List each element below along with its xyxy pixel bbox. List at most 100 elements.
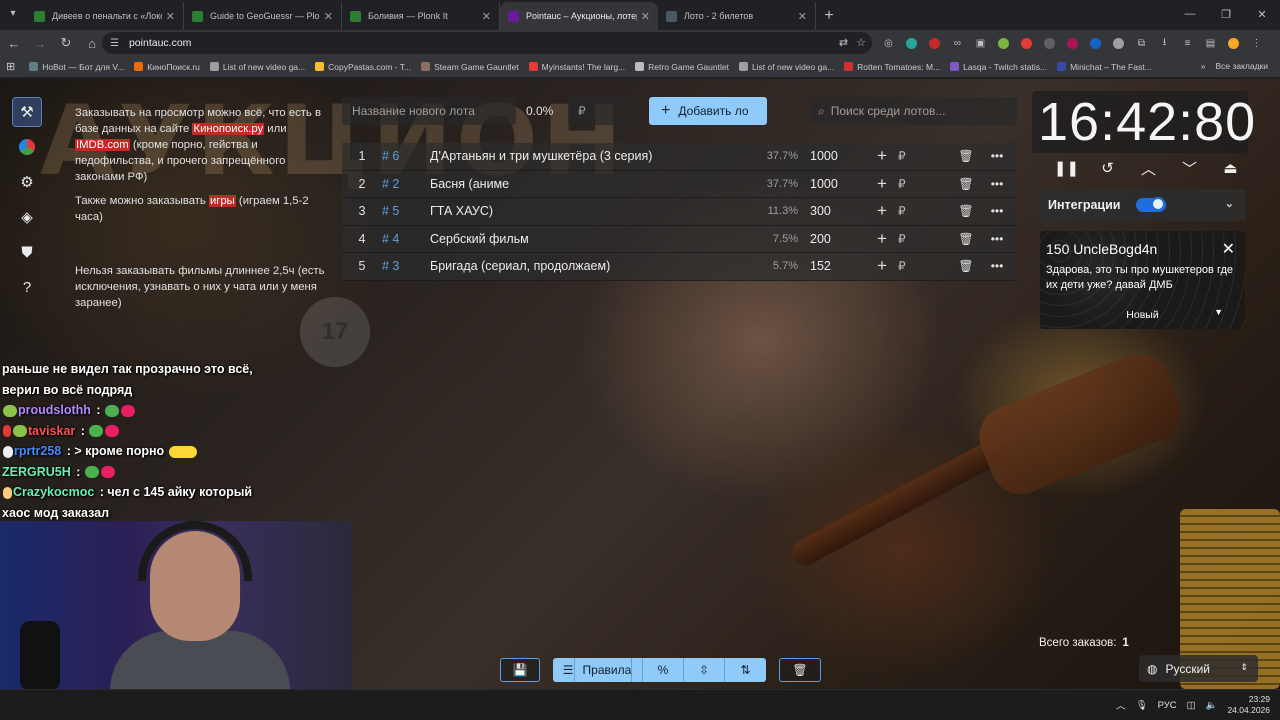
minimize-icon[interactable]: — bbox=[1172, 0, 1208, 28]
profile-icon[interactable] bbox=[1225, 33, 1242, 53]
imdb-link[interactable]: IMDB.com bbox=[75, 139, 130, 151]
bookmark-item[interactable]: Rotten Tomatoes: M... bbox=[844, 62, 940, 72]
close-icon[interactable]: ✕ bbox=[641, 10, 650, 23]
align-center-icon[interactable]: ⇳ bbox=[684, 658, 725, 682]
bookmark-item[interactable]: List of new video ga... bbox=[738, 62, 834, 72]
tab-0[interactable]: Дивеев о пенальти с «Локо»: ... ✕ bbox=[26, 2, 184, 30]
lot-search-input[interactable]: ⌕ Поиск среди лотов... bbox=[810, 97, 1017, 125]
extension-icon[interactable] bbox=[1041, 33, 1058, 53]
extension-icon[interactable] bbox=[995, 33, 1012, 53]
delete-lot-icon[interactable]: 🗑 bbox=[948, 232, 984, 246]
bookmark-item[interactable]: HoBot — Бот для V... bbox=[29, 62, 124, 72]
more-options-icon[interactable]: ••• bbox=[984, 177, 1010, 191]
add-amount-icon[interactable]: + bbox=[866, 201, 898, 221]
auction-gavel-icon[interactable]: ⚒ bbox=[12, 97, 42, 127]
extension-icon[interactable]: ∞ bbox=[949, 33, 966, 53]
tab-2[interactable]: Боливия — Plonk It ✕ bbox=[342, 2, 500, 30]
lot-name[interactable]: Сербский фильм bbox=[430, 232, 750, 246]
reading-list-icon[interactable]: ≡ bbox=[1179, 33, 1196, 53]
eject-icon[interactable]: ⏏ bbox=[1210, 157, 1251, 179]
pause-icon[interactable]: ❚❚ bbox=[1046, 157, 1087, 179]
lot-name[interactable]: Д'Артаньян и три мушкетёра (3 серия) bbox=[430, 149, 750, 163]
games-link[interactable]: игры bbox=[208, 195, 236, 207]
more-options-icon[interactable]: ••• bbox=[984, 259, 1010, 273]
forward-icon[interactable]: → bbox=[28, 31, 52, 55]
more-options-icon[interactable]: ••• bbox=[984, 204, 1010, 218]
subtract-time-icon[interactable]: ﹀ bbox=[1169, 157, 1210, 179]
help-icon[interactable]: ? bbox=[12, 272, 42, 302]
lot-amount[interactable]: 200 bbox=[798, 232, 858, 246]
volume-icon[interactable]: 🔈 bbox=[1206, 700, 1218, 711]
lot-amount-input[interactable]: ₽ bbox=[898, 259, 922, 273]
split-view-icon[interactable]: ▤ bbox=[1202, 33, 1219, 53]
extension-icon[interactable]: ◎ bbox=[880, 33, 897, 53]
rules-button[interactable]: ☰ Правила bbox=[553, 658, 643, 682]
bookmark-star-icon[interactable]: ☆ bbox=[856, 36, 866, 49]
lot-name[interactable]: Бригада (сериал, продолжаем) bbox=[430, 259, 750, 273]
extension-icon[interactable] bbox=[926, 33, 943, 53]
settings-gear-icon[interactable]: ⚙ bbox=[12, 167, 42, 197]
extension-icon[interactable] bbox=[1064, 33, 1081, 53]
new-lot-price-input[interactable]: ₽ bbox=[568, 97, 638, 125]
back-icon[interactable]: ← bbox=[2, 31, 26, 55]
layers-icon[interactable]: ◈ bbox=[12, 202, 42, 232]
percent-icon[interactable]: % bbox=[643, 658, 684, 682]
add-time-icon[interactable]: ︿ bbox=[1128, 157, 1169, 179]
restore-icon[interactable]: ❐ bbox=[1208, 0, 1244, 28]
home-icon[interactable]: ⌂ bbox=[80, 31, 104, 55]
chevron-down-icon[interactable]: ▼ bbox=[1214, 307, 1223, 317]
close-icon[interactable]: ✕ bbox=[166, 10, 175, 23]
bookmark-item[interactable]: Lasqa - Twitch statis... bbox=[950, 62, 1047, 72]
close-icon[interactable]: ✕ bbox=[798, 10, 807, 23]
reload-icon[interactable]: ↻ bbox=[54, 31, 78, 55]
extension-icon[interactable] bbox=[1018, 33, 1035, 53]
add-amount-icon[interactable]: + bbox=[866, 174, 898, 194]
address-bar[interactable]: ☰ pointauc.com ⇄ ☆ bbox=[102, 32, 872, 54]
lot-amount[interactable]: 1000 bbox=[798, 149, 858, 163]
language-select[interactable]: ◍ Русский ⇕ bbox=[1139, 655, 1258, 682]
lot-name[interactable]: ГТА ХАУС) bbox=[430, 204, 750, 218]
new-lot-name-input[interactable]: Название нового лота bbox=[342, 97, 516, 125]
integrations-toggle[interactable] bbox=[1136, 197, 1167, 212]
kinopoisk-link[interactable]: Кинопоиск.ру bbox=[192, 123, 265, 135]
chevron-down-icon[interactable]: ⌄ bbox=[1225, 197, 1234, 210]
lot-amount[interactable]: 300 bbox=[798, 204, 858, 218]
sort-icon[interactable]: ⇅ bbox=[725, 658, 766, 682]
tray-chevron-icon[interactable]: ︿ bbox=[1116, 698, 1126, 712]
tab-search-icon[interactable]: ▾ bbox=[6, 8, 20, 22]
bookmark-item[interactable]: Myinstants! The larg... bbox=[528, 62, 625, 72]
lot-amount-input[interactable]: ₽ bbox=[898, 177, 922, 191]
add-lot-button[interactable]: + Добавить ло bbox=[649, 97, 767, 125]
shield-icon[interactable]: ⛊ bbox=[12, 237, 42, 267]
lot-amount[interactable]: 1000 bbox=[798, 177, 858, 191]
extension-icon[interactable]: ▣ bbox=[972, 33, 989, 53]
keyboard-language[interactable]: РУС bbox=[1158, 700, 1177, 711]
add-amount-icon[interactable]: + bbox=[866, 256, 898, 276]
lot-name[interactable]: Басня (аниме bbox=[430, 177, 750, 191]
lot-amount-input[interactable]: ₽ bbox=[898, 232, 922, 246]
add-amount-icon[interactable]: + bbox=[866, 146, 898, 166]
extension-icon[interactable] bbox=[903, 33, 920, 53]
extension-icon[interactable] bbox=[1110, 33, 1127, 53]
new-tab-button[interactable]: + bbox=[816, 2, 842, 30]
apps-icon[interactable]: ⊞ bbox=[6, 60, 15, 73]
add-amount-icon[interactable]: + bbox=[866, 229, 898, 249]
network-icon[interactable]: ◫ bbox=[1187, 700, 1196, 711]
integrations-panel[interactable]: Интеграции ⌄ bbox=[1038, 189, 1246, 221]
bookmark-item[interactable]: КиноПоиск.ru bbox=[134, 62, 200, 72]
extensions-puzzle-icon[interactable]: ⧉ bbox=[1133, 33, 1150, 53]
bookmark-item[interactable]: Minichat – The Fast... bbox=[1057, 62, 1152, 72]
more-options-icon[interactable]: ••• bbox=[984, 149, 1010, 163]
lot-amount-input[interactable]: ₽ bbox=[898, 149, 922, 163]
all-bookmarks-folder[interactable]: Все закладки bbox=[1215, 61, 1268, 71]
delete-lot-icon[interactable]: 🗑 bbox=[948, 177, 984, 191]
bookmark-item[interactable]: List of new video ga... bbox=[209, 62, 305, 72]
delete-lot-icon[interactable]: 🗑 bbox=[948, 204, 984, 218]
close-icon[interactable]: ✕ bbox=[324, 10, 333, 23]
system-clock[interactable]: 23:29 24.04.2026 bbox=[1227, 694, 1270, 716]
lot-amount[interactable]: 152 bbox=[798, 259, 858, 273]
mic-icon[interactable]: 🎙 bbox=[1136, 700, 1148, 711]
more-options-icon[interactable]: ••• bbox=[984, 232, 1010, 246]
close-icon[interactable]: ✕ bbox=[1222, 239, 1235, 259]
lot-amount-input[interactable]: ₽ bbox=[898, 204, 922, 218]
